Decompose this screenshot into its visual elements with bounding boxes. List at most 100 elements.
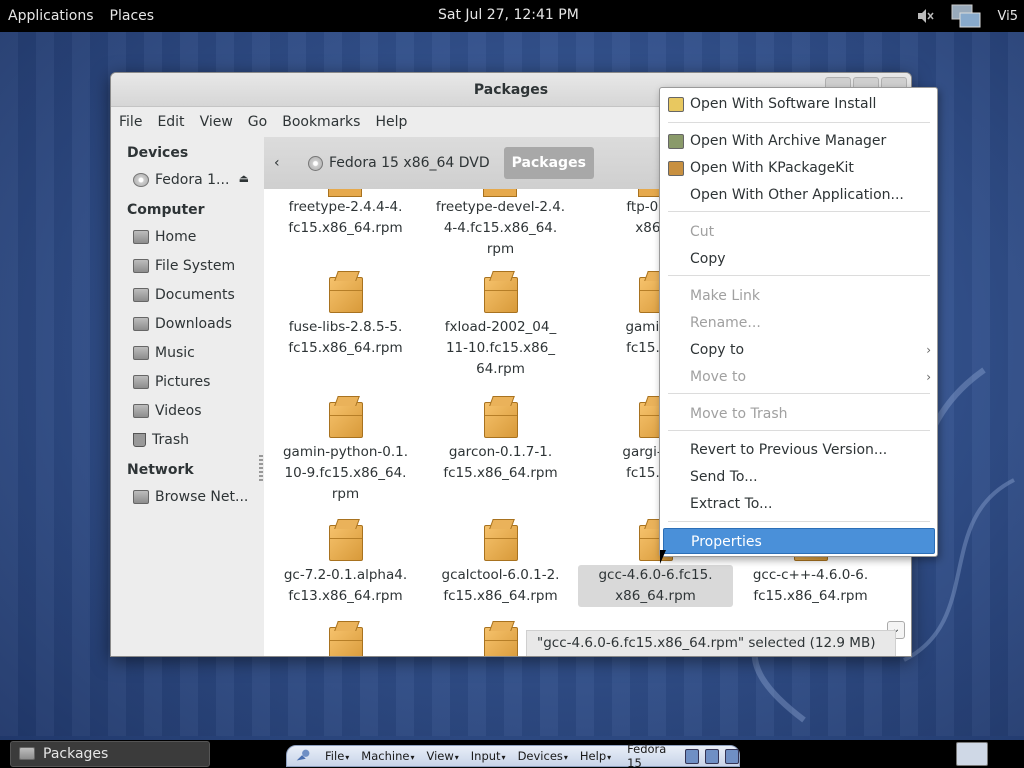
menu-edit[interactable]: Edit bbox=[157, 114, 184, 130]
vbox-menu-machine[interactable]: Machine bbox=[361, 749, 414, 763]
file-name: gc-7.2-0.1.alpha4. fc13.x86_64.rpm bbox=[283, 567, 408, 604]
menu-revert[interactable]: Revert to Previous Version... bbox=[660, 437, 937, 463]
mouse-pointer-icon bbox=[660, 550, 666, 564]
file-name: gcc-c++-4.6.0-6. fc15.x86_64.rpm bbox=[752, 567, 869, 604]
submenu-arrow-icon: › bbox=[926, 370, 931, 384]
sidebar-resize-handle[interactable] bbox=[259, 455, 263, 483]
sidebar-item-fedora-dvd[interactable]: Fedora 1... ⏏ bbox=[111, 165, 263, 194]
folder-icon bbox=[133, 403, 149, 418]
folder-icon bbox=[19, 747, 35, 760]
sidebar-item-label: File System bbox=[155, 257, 236, 274]
menu-separator bbox=[668, 430, 930, 431]
sidebar-item-music[interactable]: Music bbox=[111, 338, 263, 367]
network-icon[interactable] bbox=[950, 3, 982, 29]
network-header: Network bbox=[127, 462, 194, 478]
file-name: fuse-libs-2.8.5-5. fc15.x86_64.rpm bbox=[288, 319, 403, 356]
sidebar-item-file-system[interactable]: File System bbox=[111, 251, 263, 280]
network-icon bbox=[133, 489, 149, 504]
menu-copy-to[interactable]: Copy to › bbox=[660, 337, 937, 363]
menu-view[interactable]: View bbox=[200, 114, 233, 130]
file-name: gcalctool-6.0.1-2. fc15.x86_64.rpm bbox=[441, 567, 560, 604]
sidebar-item-label: Pictures bbox=[155, 373, 211, 390]
vbox-menu-file[interactable]: File bbox=[325, 749, 349, 763]
file-item[interactable]: freetype-devel-2.4. 4-4.fc15.x86_64. rpm bbox=[423, 189, 578, 260]
folder-icon bbox=[133, 287, 149, 302]
taskbar-item-packages[interactable]: Packages bbox=[10, 741, 210, 767]
top-panel: Applications Places Sat Jul 27, 12:41 PM… bbox=[0, 0, 1024, 32]
user-menu[interactable]: Vi​5 bbox=[998, 9, 1019, 24]
disc-icon bbox=[308, 155, 323, 171]
package-icon bbox=[483, 525, 518, 561]
menu-copy[interactable]: Copy bbox=[660, 246, 937, 272]
sidebar-item-home[interactable]: Home bbox=[111, 222, 263, 251]
file-item[interactable]: fuse-libs-2.8.5-5. fc15.x86_64.rpm bbox=[268, 277, 423, 359]
minimize-vm-icon[interactable] bbox=[685, 748, 700, 764]
menu-separator bbox=[668, 521, 930, 522]
menu-open-archive-manager[interactable]: Open With Archive Manager bbox=[660, 128, 937, 154]
volume-muted-icon[interactable] bbox=[916, 7, 934, 25]
menu-move-to-trash: Move to Trash bbox=[660, 401, 937, 427]
devices-header: Devices bbox=[127, 145, 189, 161]
menu-item-label: Move to Trash bbox=[690, 406, 788, 422]
crumb-packages[interactable]: Packages bbox=[503, 147, 594, 179]
sidebar-item-browse-network[interactable]: Browse Net... bbox=[111, 482, 263, 511]
vbox-menu-devices[interactable]: Devices bbox=[518, 749, 568, 763]
menu-open-other-application[interactable]: Open With Other Application... bbox=[660, 182, 937, 208]
file-item[interactable]: gamin-python-0.1. 10-9.fc15.x86_64. rpm bbox=[268, 402, 423, 505]
menu-item-label: Rename... bbox=[690, 315, 761, 331]
file-item[interactable]: freetype-2.4.4-4. fc15.x86_64.rpm bbox=[268, 189, 423, 239]
file-item[interactable]: garcon-0.1.7-1. fc15.x86_64.rpm bbox=[423, 402, 578, 484]
folder-icon bbox=[133, 316, 149, 331]
file-item[interactable]: gcalctool-6.0.1-2. fc15.x86_64.rpm bbox=[423, 525, 578, 607]
sidebar-item-documents[interactable]: Documents bbox=[111, 280, 263, 309]
menu-separator bbox=[668, 211, 930, 212]
exit-fullscreen-icon[interactable] bbox=[705, 748, 720, 764]
menu-make-link: Make Link bbox=[660, 283, 937, 309]
sidebar-item-label: Browse Net... bbox=[155, 488, 249, 505]
crumb-fedora-dvd[interactable]: Fedora 15 x86_64 DVD bbox=[308, 155, 490, 171]
menu-properties[interactable]: Properties bbox=[663, 528, 935, 554]
applications-menu[interactable]: Applications bbox=[0, 8, 102, 24]
sidebar-item-label: Documents bbox=[155, 286, 235, 303]
show-desktop-button[interactable] bbox=[956, 742, 988, 766]
system-tray: Vi​5 bbox=[916, 3, 1019, 29]
menu-separator bbox=[668, 275, 930, 276]
menu-open-kpackagekit[interactable]: Open With KPackageKit bbox=[660, 155, 937, 181]
vbox-menu-help[interactable]: Help bbox=[580, 749, 611, 763]
file-item[interactable] bbox=[268, 627, 423, 656]
menu-help[interactable]: Help bbox=[375, 114, 407, 130]
sidebar-item-label: Downloads bbox=[155, 315, 232, 332]
sidebar-item-videos[interactable]: Videos bbox=[111, 396, 263, 425]
file-item[interactable]: fxload-2002_04_ 11-10.fc15.x86_ 64.rpm bbox=[423, 277, 578, 380]
menu-open-software-install[interactable]: Open With Software Install bbox=[660, 91, 937, 117]
kpackagekit-icon bbox=[668, 161, 684, 176]
package-icon bbox=[483, 277, 518, 313]
sidebar-item-pictures[interactable]: Pictures bbox=[111, 367, 263, 396]
clock[interactable]: Sat Jul 27, 12:41 PM bbox=[438, 7, 579, 23]
back-arrow-icon[interactable]: ‹ bbox=[274, 155, 292, 171]
pin-icon[interactable] bbox=[293, 747, 313, 765]
virtualbox-mini-toolbar: File Machine View Input Devices Help Fed… bbox=[286, 742, 740, 768]
folder-icon bbox=[133, 345, 149, 360]
menu-bookmarks[interactable]: Bookmarks bbox=[282, 114, 360, 130]
menu-go[interactable]: Go bbox=[248, 114, 267, 130]
eject-icon[interactable]: ⏏ bbox=[239, 172, 249, 185]
sidebar-item-trash[interactable]: Trash bbox=[111, 425, 263, 454]
places-menu[interactable]: Places bbox=[102, 8, 163, 24]
menu-send-to[interactable]: Send To... bbox=[660, 464, 937, 490]
vbox-menu-input[interactable]: Input bbox=[471, 749, 506, 763]
file-item[interactable]: gc-7.2-0.1.alpha4. fc13.x86_64.rpm bbox=[268, 525, 423, 607]
package-icon bbox=[483, 402, 518, 438]
menu-item-label: Send To... bbox=[690, 469, 758, 485]
menu-item-label: Open With Software Install bbox=[690, 96, 877, 112]
menu-file[interactable]: File bbox=[119, 114, 142, 130]
sidebar-item-label: Music bbox=[155, 344, 195, 361]
menu-separator bbox=[668, 393, 930, 394]
close-vm-icon[interactable] bbox=[725, 748, 740, 764]
menu-extract-to[interactable]: Extract To... bbox=[660, 491, 937, 517]
sidebar-item-downloads[interactable]: Downloads bbox=[111, 309, 263, 338]
trash-icon bbox=[133, 432, 146, 447]
vbox-menu-view[interactable]: View bbox=[426, 749, 458, 763]
file-name: garcon-0.1.7-1. fc15.x86_64.rpm bbox=[443, 444, 558, 481]
file-name: freetype-devel-2.4. 4-4.fc15.x86_64. rpm bbox=[435, 199, 566, 257]
